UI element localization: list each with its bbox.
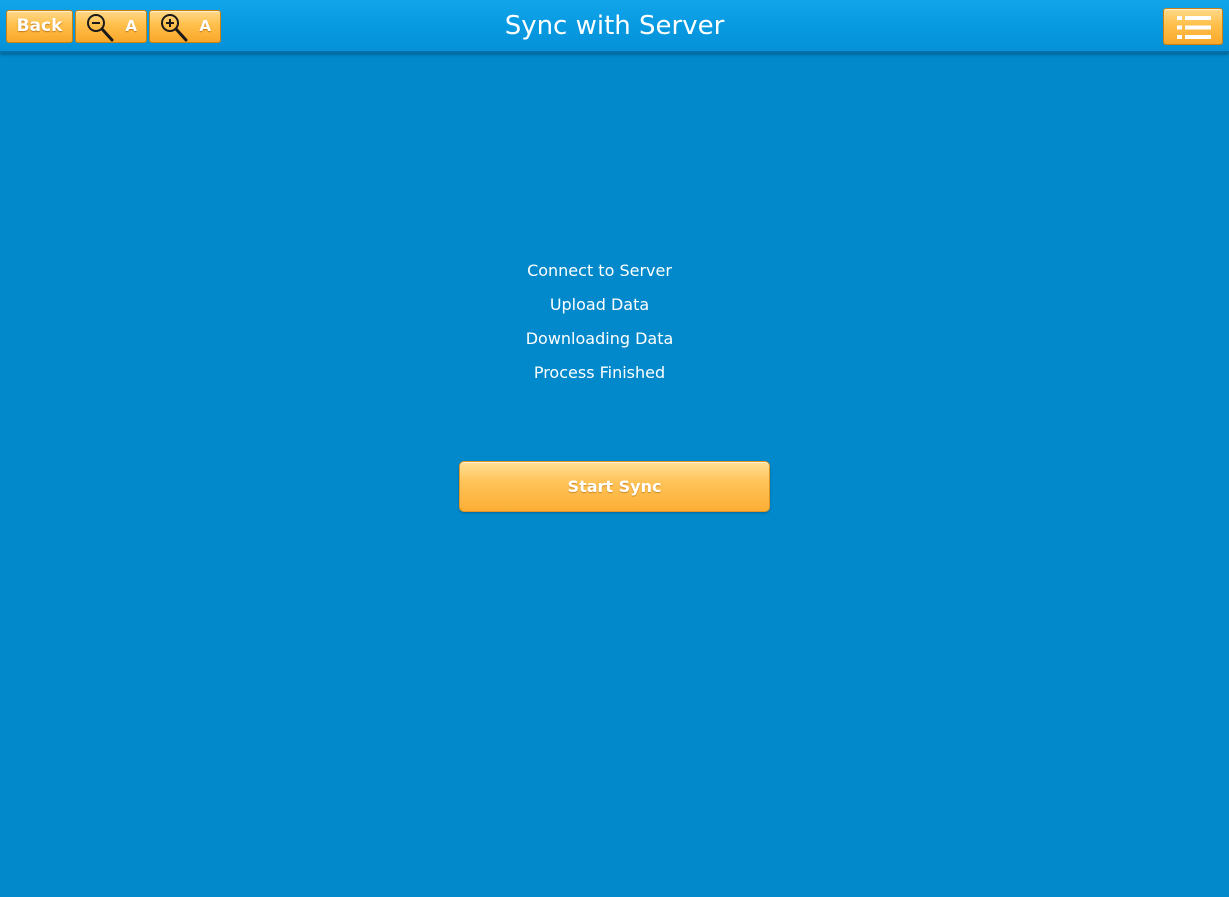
zoom-in-letter: A xyxy=(199,17,211,35)
list-menu-icon xyxy=(1177,16,1211,39)
top-bar: Sync with Server Back A A xyxy=(0,0,1229,53)
sync-steps-list: Connect to Server Upload Data Downloadin… xyxy=(0,258,1229,394)
zoom-out-button[interactable]: A xyxy=(75,10,147,43)
back-button[interactable]: Back xyxy=(6,10,73,43)
menu-button[interactable] xyxy=(1163,8,1223,45)
zoom-in-button[interactable]: A xyxy=(149,10,221,43)
step-download: Downloading Data xyxy=(525,329,674,348)
step-upload: Upload Data xyxy=(549,295,650,314)
step-connect: Connect to Server xyxy=(527,261,672,280)
zoom-in-icon xyxy=(161,14,188,42)
zoom-out-icon xyxy=(87,14,114,42)
zoom-out-letter: A xyxy=(125,17,137,35)
start-sync-button[interactable]: Start Sync xyxy=(459,461,770,512)
step-finished: Process Finished xyxy=(533,363,666,382)
